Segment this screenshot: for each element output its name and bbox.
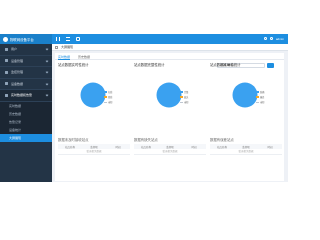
sidebar-item-label: 用户 (11, 47, 18, 52)
user-icon (5, 47, 8, 51)
alarm-icon (5, 93, 8, 97)
user-menu[interactable]: admin (263, 37, 284, 41)
column-header: 站点名称 (64, 145, 75, 149)
pie-chart (232, 82, 258, 108)
tab-bigscreen[interactable]: 大屏展现 (61, 45, 73, 49)
app-window: 物联网设备平台 admin 用户 设备管理 监控管理 设备数据 实时数据和告警 … (0, 34, 288, 182)
column-header: 时间 (191, 145, 197, 149)
list-icon[interactable] (66, 37, 70, 41)
chevron-down-icon (45, 70, 49, 74)
stat-card: 站点数据准确性统计 准确 偏差 未知 (210, 62, 282, 136)
bell-icon[interactable] (263, 37, 267, 40)
sidebar: 用户 设备管理 监控管理 设备数据 实时数据和告警 实时数据 历史数据 告警记录… (0, 44, 52, 182)
device-icon (5, 59, 8, 63)
username[interactable]: admin (276, 37, 284, 41)
column-header: 监测项 (166, 145, 174, 149)
avatar[interactable] (269, 37, 273, 40)
card-title: 站点数据实时性统计 (58, 63, 89, 67)
monitor-icon (5, 70, 8, 74)
column-header: 监测项 (242, 145, 250, 149)
legend-item: 缺失 (180, 95, 188, 99)
sidebar-sub-bigscreen[interactable]: 大屏展现 (0, 133, 52, 142)
pie-slice (232, 82, 258, 108)
legend-item: 完整 (180, 90, 188, 94)
legend-item: 未知 (256, 100, 264, 104)
sidebar-item-data[interactable]: 设备数据 (0, 79, 52, 90)
screen-icon[interactable] (76, 37, 80, 41)
column-header: 监测项 (90, 145, 98, 149)
empty-message: 暂无相关数据 (210, 149, 282, 155)
sidebar-item-devices[interactable]: 设备管理 (0, 56, 52, 67)
legend: 完整 缺失 未知 (180, 90, 188, 104)
main-panel: 实时数据 历史数据 2021-08-16 站点数据实时性统计 在线 离线 未知 … (55, 53, 284, 181)
sidebar-item-label: 实时数据和告警 (11, 93, 33, 98)
legend: 在线 离线 未知 (104, 90, 112, 104)
sidebar-item-user[interactable]: 用户 (0, 44, 52, 56)
tab-bar: 大屏展现 (52, 44, 288, 51)
table-title: 数据有误差站点 (210, 138, 234, 142)
sidebar-sub-history[interactable]: 历史数据 (0, 109, 52, 118)
chevron-down-icon (45, 59, 49, 63)
column-header: 站点名称 (216, 145, 227, 149)
table-panel: 数据有缺失站点 站点名称 监测项 时间 暂无相关数据 (134, 137, 206, 155)
top-bar: 物联网设备平台 admin (0, 34, 288, 44)
table-title: 数据未及时接收站点 (58, 138, 89, 142)
empty-message: 暂无相关数据 (58, 149, 130, 155)
pie-chart (156, 82, 182, 108)
pie-slice (156, 82, 182, 108)
sidebar-item-monitor[interactable]: 监控管理 (0, 67, 52, 79)
card-title: 站点数据准确性统计 (210, 63, 241, 67)
tab-history[interactable]: 历史数据 (78, 55, 90, 60)
legend-item: 偏差 (256, 95, 264, 99)
legend-item: 准确 (256, 90, 264, 94)
empty-message: 暂无相关数据 (134, 149, 206, 155)
sidebar-item-realtime[interactable]: 实时数据和告警 (0, 90, 52, 102)
table-panel: 数据有误差站点 站点名称 监测项 时间 暂无相关数据 (210, 137, 282, 155)
data-icon (5, 82, 8, 86)
pie-chart (80, 82, 106, 108)
legend: 准确 偏差 未知 (256, 90, 264, 104)
column-header: 站点名称 (140, 145, 151, 149)
chevron-up-icon (45, 93, 49, 97)
app-title: 物联网设备平台 (10, 37, 34, 42)
stat-card: 站点数据实时性统计 在线 离线 未知 (58, 62, 130, 136)
legend-item: 在线 (104, 90, 112, 94)
table-title: 数据有缺失站点 (134, 138, 158, 142)
tab-realtime[interactable]: 实时数据 (58, 55, 71, 60)
sidebar-sub-alarms[interactable]: 告警记录 (0, 117, 52, 126)
sub-tabs: 实时数据 历史数据 (55, 53, 284, 60)
chevron-down-icon (45, 47, 49, 51)
card-title: 站点数据完整性统计 (134, 63, 165, 67)
sidebar-sub-realtime[interactable]: 实时数据 (0, 101, 52, 110)
sidebar-item-label: 设备管理 (11, 58, 24, 63)
legend-item: 离线 (104, 95, 112, 99)
column-header: 时间 (267, 145, 273, 149)
home-icon[interactable] (55, 45, 58, 49)
legend-item: 未知 (104, 100, 112, 104)
sidebar-item-label: 监控管理 (11, 70, 24, 75)
chevron-down-icon (45, 82, 49, 86)
brand: 物联网设备平台 (0, 34, 52, 44)
table-panel: 数据未及时接收站点 站点名称 监测项 时间 暂无相关数据 (58, 137, 130, 155)
stat-card: 站点数据完整性统计 完整 缺失 未知 (134, 62, 206, 136)
legend-item: 未知 (180, 100, 188, 104)
logo-icon (3, 36, 8, 42)
sidebar-sub-stats[interactable]: 设备统计 (0, 125, 52, 134)
sidebar-item-label: 设备数据 (11, 81, 24, 86)
pie-slice (80, 82, 106, 108)
menu-toggle-icon[interactable] (56, 37, 60, 41)
column-header: 时间 (115, 145, 121, 149)
